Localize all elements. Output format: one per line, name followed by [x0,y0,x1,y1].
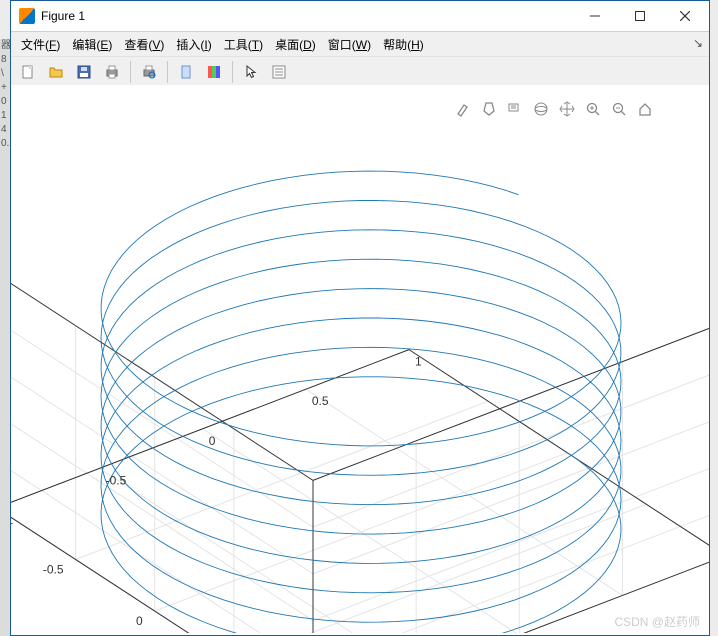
notes-icon[interactable] [479,99,499,119]
menubar-overflow-icon[interactable]: ↘ [693,36,703,50]
plot-area[interactable]: 01020304050-1-0.500.51-1-0.500.51 [11,85,709,635]
svg-text:-1: -1 [11,513,13,527]
brush-icon[interactable] [453,99,473,119]
menu-桌面d[interactable]: 桌面(D) [269,34,322,55]
maximize-button[interactable] [617,2,662,30]
colorbar-icon[interactable] [201,59,227,85]
menu-文件f[interactable]: 文件(F) [15,34,66,55]
rotate-3d-icon[interactable] [531,99,551,119]
axes-toolbar [453,99,655,119]
svg-text:0: 0 [209,434,216,448]
open-icon[interactable] [43,59,69,85]
pointer-icon[interactable] [238,59,264,85]
watermark: CSDN @赵药师 [614,613,700,630]
menu-插入i[interactable]: 插入(I) [170,34,217,55]
figure-window: Figure 1 文件(F)编辑(E)查看(V)插入(I)工具(T)桌面(D)窗… [10,0,710,636]
title-bar: Figure 1 [11,1,709,32]
menu-bar: 文件(F)编辑(E)查看(V)插入(I)工具(T)桌面(D)窗口(W)帮助(H)… [11,32,709,56]
matlab-icon [19,8,35,24]
menu-工具t[interactable]: 工具(T) [218,34,269,55]
window-title: Figure 1 [41,9,572,23]
svg-text:0: 0 [136,614,143,628]
svg-text:0.5: 0.5 [312,394,329,408]
menu-窗口w[interactable]: 窗口(W) [322,34,377,55]
svg-text:-0.5: -0.5 [43,562,64,576]
new-file-icon[interactable] [15,59,41,85]
close-button[interactable] [662,2,707,30]
toolbar [11,56,709,87]
pan-icon[interactable] [557,99,577,119]
home-icon[interactable] [635,99,655,119]
svg-text:-0.5: -0.5 [106,473,127,487]
svg-text:1: 1 [415,355,422,369]
print-preview-icon[interactable] [136,59,162,85]
print-icon[interactable] [99,59,125,85]
data-tips-icon[interactable] [505,99,525,119]
zoom-out-icon[interactable] [609,99,629,119]
menu-帮助h[interactable]: 帮助(H) [377,34,430,55]
menu-查看v[interactable]: 查看(V) [118,34,170,55]
link-icon[interactable] [173,59,199,85]
properties-icon[interactable] [266,59,292,85]
axes-3d[interactable]: 01020304050-1-0.500.51-1-0.500.51 [11,85,709,633]
save-icon[interactable] [71,59,97,85]
minimize-button[interactable] [572,2,617,30]
zoom-in-icon[interactable] [583,99,603,119]
menu-编辑e[interactable]: 编辑(E) [66,34,118,55]
